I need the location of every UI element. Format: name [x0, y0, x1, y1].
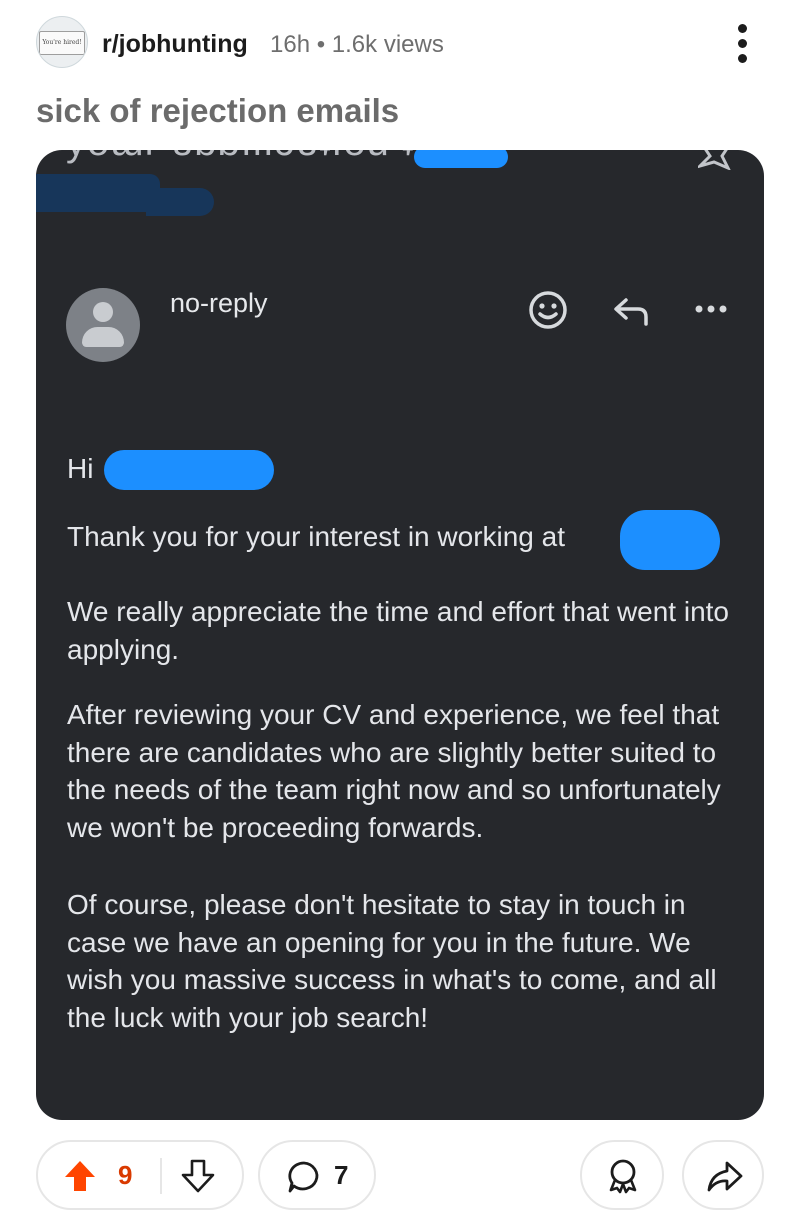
email-paragraph: Thank you for your interest in working a…	[67, 520, 566, 552]
vote-control: 9	[36, 1140, 244, 1210]
sender-name: no-reply	[170, 288, 268, 318]
comments-button[interactable]: 7	[258, 1140, 376, 1210]
upvote-count: 9	[118, 1160, 133, 1190]
downvote-icon[interactable]	[180, 1158, 216, 1194]
email-paragraph: We really appreciate the time and effort…	[67, 596, 730, 665]
vote-divider	[160, 1158, 162, 1194]
redaction-mark	[36, 174, 160, 212]
award-button[interactable]	[580, 1140, 664, 1210]
post-meta: 16h • 1.6k views	[270, 31, 444, 58]
redaction-mark	[414, 150, 508, 168]
award-icon	[609, 1159, 637, 1194]
subreddit-name[interactable]: r/jobhunting	[102, 30, 248, 59]
post-title[interactable]: sick of rejection emails	[36, 92, 399, 130]
share-icon	[707, 1161, 743, 1192]
sender-avatar	[66, 288, 140, 362]
redaction-mark	[146, 188, 214, 216]
email-paragraph: Of course, please don't hesitate to stay…	[67, 889, 717, 1033]
comment-count: 7	[334, 1160, 349, 1190]
post-image[interactable]: yoɯɾ ɐbbılıɔɐʇıou ʇo no-reply Hi Thank y…	[36, 150, 764, 1120]
share-button[interactable]	[682, 1140, 764, 1210]
overflow-menu-icon[interactable]	[738, 24, 748, 68]
subreddit-avatar[interactable]: You're hired!	[36, 16, 88, 68]
star-icon[interactable]	[698, 150, 734, 170]
email-greeting: Hi	[67, 453, 94, 484]
more-icon[interactable]	[692, 302, 732, 316]
comment-icon	[288, 1161, 319, 1193]
reply-icon[interactable]	[610, 292, 654, 332]
email-body: Hi Thank you for your interest in workin…	[67, 450, 747, 1058]
emoji-icon[interactable]	[526, 288, 570, 332]
post-header: You're hired! r/jobhunting 16h • 1.6k vi…	[36, 14, 764, 76]
subreddit-avatar-text: You're hired!	[39, 31, 85, 55]
upvote-icon[interactable]	[62, 1158, 98, 1194]
email-paragraph: After reviewing your CV and experience, …	[67, 699, 721, 843]
cropped-subject-line: yoɯɾ ɐbbılıɔɐʇıou ʇo	[66, 150, 437, 165]
